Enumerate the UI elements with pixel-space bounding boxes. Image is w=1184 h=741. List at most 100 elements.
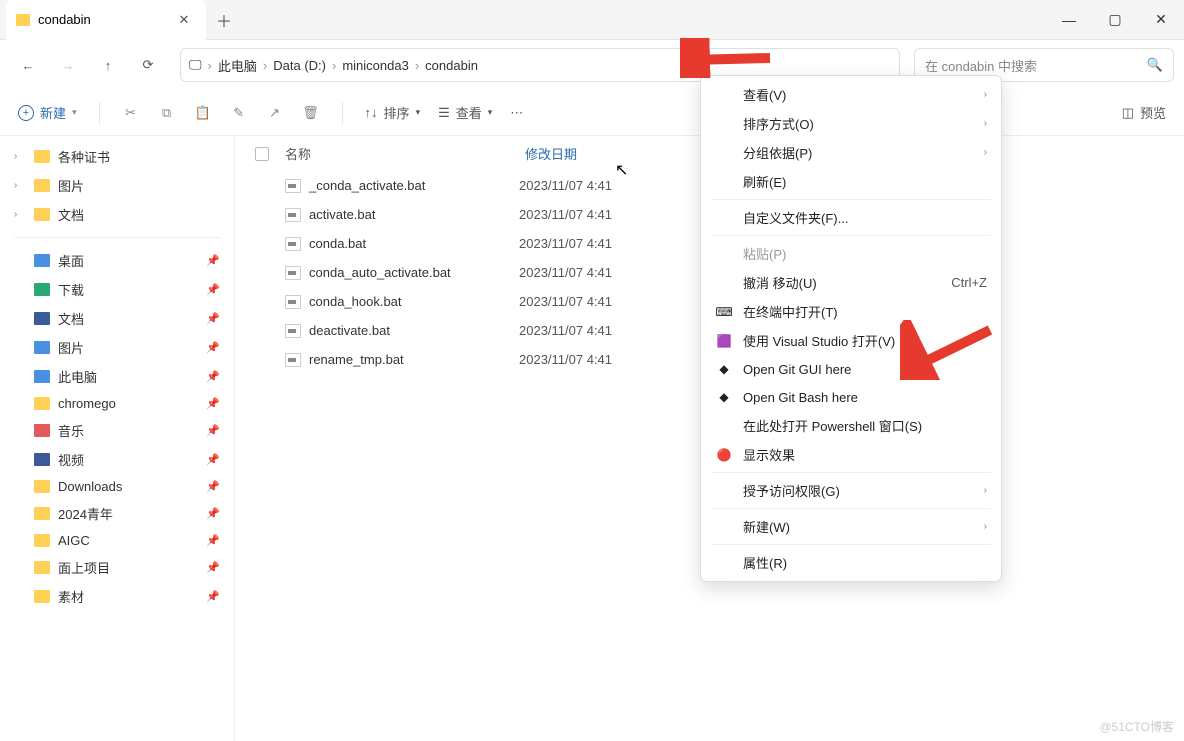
sidebar-item[interactable]: 素材📌 <box>0 582 234 611</box>
folder-icon <box>34 283 50 296</box>
refresh-button[interactable]: ⟳ <box>130 47 166 83</box>
menu-item-icon: ⌨ <box>715 303 733 321</box>
chevron-right-icon: › <box>984 89 987 100</box>
bat-file-icon <box>285 179 301 193</box>
chevron-right-icon: › <box>984 118 987 129</box>
search-placeholder: 在 condabin 中搜索 <box>925 56 1037 75</box>
pin-icon: 📌 <box>206 341 220 354</box>
menu-item-icon <box>715 417 733 435</box>
context-menu-item[interactable]: 排序方式(O) › <box>701 109 1001 138</box>
close-tab-button[interactable]: ✕ <box>172 8 196 32</box>
pin-icon: 📌 <box>206 370 220 383</box>
folder-icon <box>34 397 50 410</box>
context-menu-item[interactable]: 刷新(E) <box>701 167 1001 196</box>
view-button[interactable]: ☰ 查看 ▾ <box>438 103 492 122</box>
new-tab-button[interactable]: ＋ <box>206 8 242 32</box>
context-menu-item[interactable]: 查看(V)› <box>701 80 1001 109</box>
back-button[interactable]: ← <box>10 47 46 83</box>
chevron-right-icon: › <box>263 58 267 73</box>
sidebar-item[interactable]: 面上项目📌 <box>0 553 234 582</box>
context-menu-item[interactable]: 在此处打开 Powershell 窗口(S) <box>701 411 1001 440</box>
up-button[interactable]: ↑ <box>90 47 126 83</box>
column-date[interactable]: 修改日期 <box>525 144 577 163</box>
select-all-checkbox[interactable] <box>255 147 269 161</box>
sidebar-item[interactable]: 视频📌 <box>0 445 234 474</box>
menu-item-label: 粘贴(P) <box>743 244 786 263</box>
breadcrumb-item[interactable]: 此电脑 <box>218 56 257 75</box>
sidebar-item-label: 此电脑 <box>58 367 97 386</box>
menu-item-icon <box>715 144 733 162</box>
sort-button[interactable]: ↑↓ 排序 ▾ <box>365 103 421 122</box>
sidebar-item[interactable]: Downloads📌 <box>0 474 234 499</box>
share-button[interactable]: ↗ <box>266 104 284 122</box>
sidebar-item[interactable]: ›各种证书 <box>0 142 234 171</box>
chevron-right-icon: › <box>332 58 336 73</box>
copy-button[interactable]: ⧉ <box>158 104 176 122</box>
sidebar-item-label: 音乐 <box>58 421 84 440</box>
pin-icon: 📌 <box>206 312 220 325</box>
sidebar-item[interactable]: 图片📌 <box>0 333 234 362</box>
sidebar-item[interactable]: 2024青年📌 <box>0 499 234 528</box>
monitor-icon: 🖵 <box>189 57 202 73</box>
bat-file-icon <box>285 324 301 338</box>
file-name: activate.bat <box>309 207 519 222</box>
tab-title: condabin <box>38 12 91 27</box>
active-tab[interactable]: condabin ✕ <box>6 0 206 40</box>
close-button[interactable]: ✕ <box>1138 0 1184 40</box>
delete-button[interactable]: 🗑 <box>302 104 320 122</box>
sidebar-item[interactable]: AIGC📌 <box>0 528 234 553</box>
menu-item-label: 刷新(E) <box>743 172 786 191</box>
context-menu-item[interactable]: 新建(W)› <box>701 512 1001 541</box>
context-menu-item[interactable]: 🔴显示效果 <box>701 440 1001 469</box>
breadcrumb-item[interactable]: miniconda3 <box>342 58 409 73</box>
menu-item-label: 自定义文件夹(F)... <box>743 208 848 227</box>
pin-icon: 📌 <box>206 397 220 410</box>
new-button[interactable]: + 新建 ▾ <box>18 103 77 122</box>
more-button[interactable]: ⋯ <box>510 105 523 121</box>
sidebar-item[interactable]: ›文档 <box>0 200 234 229</box>
breadcrumb-item[interactable]: Data (D:) <box>273 58 326 73</box>
file-date: 2023/11/07 4:41 <box>519 178 612 193</box>
paste-button[interactable]: 📋 <box>194 104 212 122</box>
sidebar-item[interactable]: 音乐📌 <box>0 416 234 445</box>
sidebar-item[interactable]: 此电脑 📌 <box>0 362 234 391</box>
rename-button[interactable]: ✎ <box>230 104 248 122</box>
context-menu-item[interactable]: 属性(R) <box>701 548 1001 577</box>
sidebar-item-label: 图片 <box>58 176 84 195</box>
folder-icon <box>34 179 50 192</box>
menu-item-label: 排序方式(O) <box>743 114 814 133</box>
menu-item-icon <box>715 209 733 227</box>
preview-button[interactable]: ◫ 预览 <box>1122 103 1166 122</box>
context-menu-item[interactable]: 自定义文件夹(F)... <box>701 203 1001 232</box>
breadcrumb-item[interactable]: condabin <box>425 58 478 73</box>
sidebar-item[interactable]: 下载📌 <box>0 275 234 304</box>
context-menu-item[interactable]: ◆Open Git Bash here <box>701 383 1001 411</box>
chevron-right-icon: › <box>984 485 987 496</box>
chevron-right-icon: › <box>415 58 419 73</box>
sidebar-item[interactable]: 文档📌 <box>0 304 234 333</box>
menu-item-icon: ◆ <box>715 388 733 406</box>
cursor-icon: ↖ <box>615 160 628 180</box>
context-menu-item[interactable]: 授予访问权限(G) › <box>701 476 1001 505</box>
bat-file-icon <box>285 353 301 367</box>
forward-button[interactable]: → <box>50 47 86 83</box>
column-name[interactable]: 名称 <box>285 144 525 163</box>
sidebar-item[interactable]: chromego📌 <box>0 391 234 416</box>
sidebar-item[interactable]: › 图片 <box>0 171 234 200</box>
menu-item-label: 授予访问权限(G) <box>743 481 840 500</box>
pin-icon: 📌 <box>206 254 220 267</box>
window-controls: — ▢ ✕ <box>1046 0 1184 40</box>
chevron-right-icon: › <box>14 180 26 191</box>
minimize-button[interactable]: — <box>1046 0 1092 40</box>
cut-button[interactable]: ✂ <box>122 104 140 122</box>
file-date: 2023/11/07 4:41 <box>519 265 612 280</box>
maximize-button[interactable]: ▢ <box>1092 0 1138 40</box>
sidebar-item[interactable]: 桌面📌 <box>0 246 234 275</box>
bat-file-icon <box>285 295 301 309</box>
sidebar-item-label: 下载 <box>58 280 84 299</box>
bat-file-icon <box>285 208 301 222</box>
context-menu-item[interactable]: 撤消 移动(U)Ctrl+Z <box>701 268 1001 297</box>
file-date: 2023/11/07 4:41 <box>519 294 612 309</box>
context-menu-item[interactable]: 分组依据(P)› <box>701 138 1001 167</box>
file-name: conda_hook.bat <box>309 294 519 309</box>
